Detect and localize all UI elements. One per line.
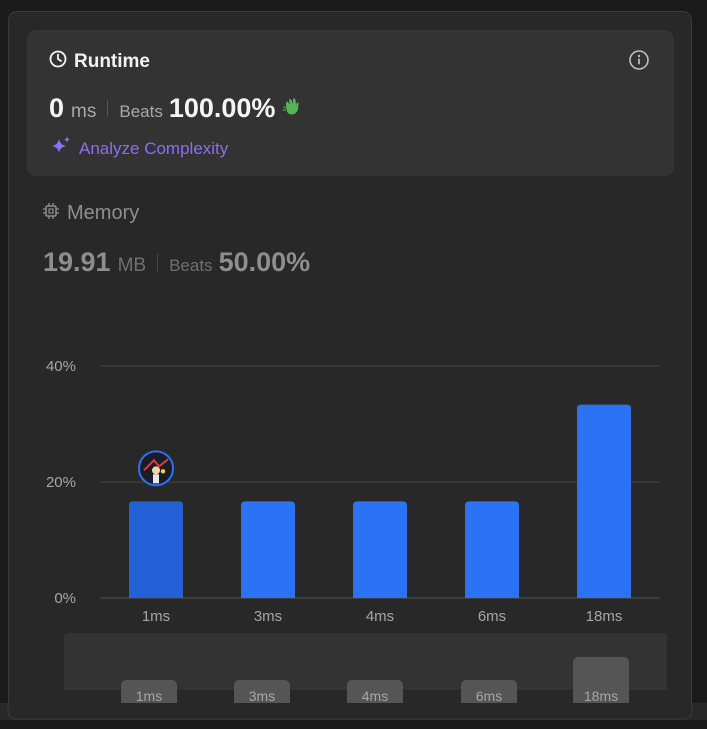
bar-4ms[interactable]: [353, 501, 407, 598]
bar-18ms[interactable]: [577, 404, 631, 598]
memory-unit: MB: [117, 255, 147, 276]
bar-1ms[interactable]: [129, 501, 183, 598]
memory-beats-label: Beats: [169, 256, 213, 275]
memory-title: Memory: [67, 202, 140, 224]
divider: [107, 100, 109, 117]
runtime-title: Runtime: [74, 50, 150, 72]
analyze-complexity-link[interactable]: Analyze Complexity: [50, 135, 228, 162]
runtime-beats-value: 100.00%: [168, 93, 276, 123]
bar-6ms[interactable]: [465, 501, 519, 598]
clap-hands-icon: [281, 95, 303, 122]
bar-3ms[interactable]: [241, 501, 295, 598]
runtime-header: Runtime: [49, 50, 150, 73]
analyze-complexity-label: Analyze Complexity: [79, 138, 229, 158]
runtime-unit: ms: [71, 101, 97, 122]
memory-beats-value: 50.00%: [218, 247, 311, 277]
memory-values[interactable]: 19.91 MB Beats 50.00%: [43, 247, 310, 278]
clock-icon: [49, 50, 67, 73]
runtime-value: 0: [49, 93, 65, 123]
divider: [157, 254, 159, 271]
chip-icon: [42, 202, 60, 225]
memory-header[interactable]: Memory: [42, 202, 139, 225]
runtime-beats-label: Beats: [119, 102, 163, 121]
memory-value: 19.91: [43, 247, 111, 277]
overview-bar-6ms[interactable]: [461, 680, 517, 710]
user-avatar-marker: [138, 450, 174, 487]
info-icon[interactable]: [628, 49, 650, 71]
overview-bar-4ms[interactable]: [347, 680, 403, 710]
overview-bar-3ms[interactable]: [234, 680, 290, 710]
overview-bar-1ms[interactable]: [121, 680, 177, 710]
runtime-values: 0 ms Beats 100.00%: [49, 93, 303, 124]
runtime-card: Runtime 0 ms Beats 100.00% Analyze Compl…: [27, 30, 674, 176]
overview-bar-18ms[interactable]: [573, 657, 629, 710]
page-bottom: [0, 720, 707, 729]
sparkle-icon: [50, 135, 72, 162]
